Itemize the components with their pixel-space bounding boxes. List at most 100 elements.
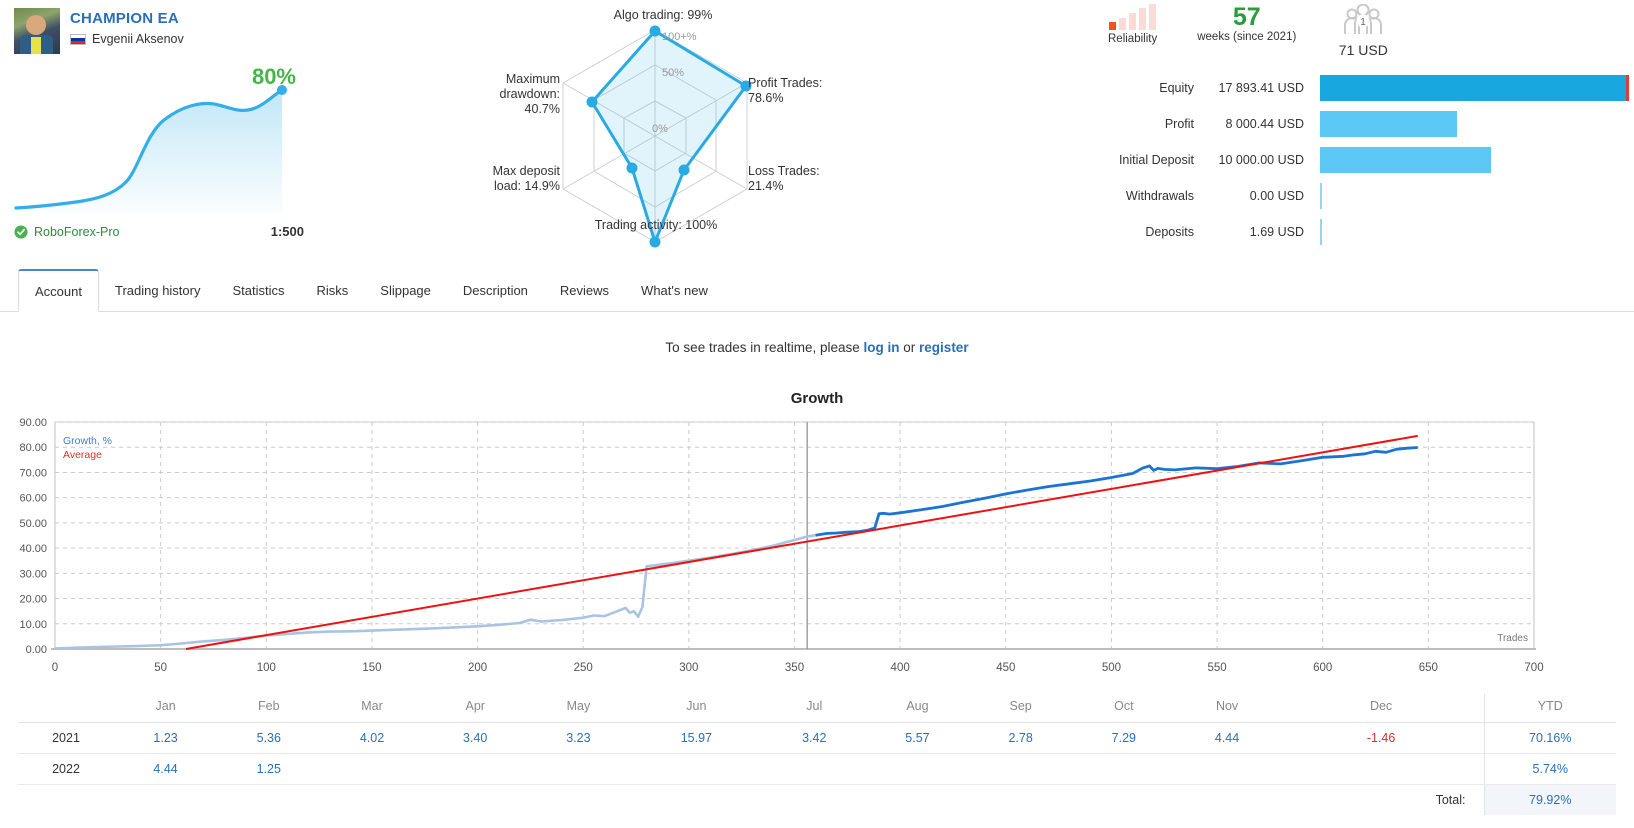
svg-text:0.00: 0.00 [26, 644, 47, 656]
stat-value: 10 000.00 USD [1218, 153, 1304, 167]
svg-text:250: 250 [574, 662, 593, 674]
stat-bar [1320, 75, 1629, 101]
reliability-bars-icon [1108, 4, 1157, 30]
main-tabs: Account Trading history Statistics Risks… [0, 268, 1634, 312]
badges-row: Reliability 57 weeks (since 2021) 1 71 U… [1090, 3, 1626, 58]
svg-text:350: 350 [785, 662, 804, 674]
svg-text:300: 300 [679, 662, 698, 674]
svg-text:0: 0 [52, 662, 58, 674]
monthly-returns-table: Jan Feb Mar Apr May Jun Jul Aug Sep Oct … [18, 694, 1616, 815]
register-link[interactable]: register [919, 340, 969, 355]
monthly-col-may: May [526, 694, 631, 723]
tab-risks[interactable]: Risks [301, 269, 365, 312]
tab-statistics[interactable]: Statistics [216, 269, 300, 312]
broker-row: RoboForex-Pro 1:500 [14, 224, 304, 239]
table-row: Deposits 1.69 USD [1090, 214, 1626, 250]
svg-text:70.00: 70.00 [19, 467, 47, 479]
monthly-col-jan: Jan [114, 694, 218, 723]
table-row: Equity 17 893.41 USD [1090, 70, 1629, 106]
broker-name[interactable]: RoboForex-Pro [34, 225, 119, 239]
notice-middle: or [899, 340, 920, 355]
avatar [14, 8, 60, 54]
monthly-cell [423, 753, 527, 785]
radar-ring-inner-label: 0% [652, 123, 668, 135]
radar-label-maximum-drawdown: Maximum drawdown: 40.7% [499, 72, 560, 116]
radar-label-profit-trades: Profit Trades: 78.6% [748, 76, 823, 105]
monthly-col-sep: Sep [969, 694, 1073, 723]
monthly-col-oct: Oct [1072, 694, 1176, 723]
svg-text:50.00: 50.00 [19, 518, 47, 530]
stat-bar-cell [1320, 106, 1626, 142]
page-title[interactable]: CHAMPION EA [70, 10, 184, 28]
svg-text:700: 700 [1524, 662, 1543, 674]
legend-growth: Growth, % [63, 435, 112, 447]
stat-bar [1320, 219, 1322, 245]
monthly-table-body: 2021 1.23 5.36 4.02 3.40 3.23 15.97 3.42… [18, 722, 1616, 816]
svg-text:600: 600 [1313, 662, 1332, 674]
monthly-col-jun: Jun [630, 694, 763, 723]
tab-account[interactable]: Account [18, 269, 99, 312]
monthly-table: Jan Feb Mar Apr May Jun Jul Aug Sep Oct … [18, 694, 1616, 815]
monthly-cell: 1.23 [114, 722, 218, 754]
tab-slippage[interactable]: Slippage [364, 269, 447, 312]
tab-description[interactable]: Description [447, 269, 544, 312]
tab-list: Account Trading history Statistics Risks… [0, 268, 1634, 312]
monthly-cell: 1.25 [217, 753, 321, 785]
svg-text:200: 200 [468, 662, 487, 674]
account-stats-table: Equity 17 893.41 USD Profit 8 000.44 USD [1090, 70, 1629, 250]
tab-reviews[interactable]: Reviews [544, 269, 625, 312]
svg-text:90.00: 90.00 [19, 417, 47, 429]
stat-value: 8 000.44 USD [1225, 117, 1304, 131]
monthly-cell [526, 753, 631, 785]
monthly-cell [1278, 753, 1484, 785]
svg-text:20.00: 20.00 [19, 594, 47, 606]
subscribers-badge: 1 71 USD [1336, 3, 1390, 58]
stat-bar-cell [1320, 214, 1626, 250]
radar-ring-middle-label: 50% [662, 67, 684, 79]
monthly-col-year [18, 694, 114, 723]
login-link[interactable]: log in [864, 340, 900, 355]
stat-label: Initial Deposit [1118, 153, 1194, 167]
tab-whats-new[interactable]: What's new [625, 269, 724, 312]
growth-chart-title: Growth [790, 390, 844, 407]
reliability-badge: Reliability [1108, 4, 1157, 45]
table-row: Withdrawals 0.00 USD [1090, 178, 1626, 214]
monthly-cell: 7.29 [1072, 722, 1176, 754]
broker-left: RoboForex-Pro [14, 225, 119, 239]
monthly-col-aug: Aug [865, 694, 970, 723]
shield-check-icon [14, 224, 28, 239]
stat-bar [1320, 111, 1457, 137]
monthly-total-spacer [114, 785, 1279, 816]
table-row: 2022 4.44 1.25 5.74% [18, 753, 1616, 785]
tab-trading-history[interactable]: Trading history [99, 269, 217, 312]
owner-row: CHAMPION EA Evgenii Aksenov [14, 8, 304, 54]
monthly-cell [320, 753, 424, 785]
svg-text:40.00: 40.00 [19, 543, 47, 555]
mini-growth-chart: 80% [14, 64, 304, 218]
leverage-value: 1:500 [270, 224, 304, 239]
monthly-cell: 2.78 [969, 722, 1073, 754]
owner-name: Evgenii Aksenov [92, 32, 184, 46]
growth-chart-svg: 0.00 10.00 20.00 30.00 40.00 50.00 60.00 70.00 8… [19, 417, 1543, 674]
svg-text:650: 650 [1419, 662, 1438, 674]
monthly-total-blank [18, 785, 114, 816]
legend-average: Average [63, 449, 102, 461]
reliability-label: Reliability [1108, 33, 1158, 45]
svg-text:10.00: 10.00 [19, 619, 47, 631]
monthly-ytd: 5.74% [1483, 753, 1616, 785]
ea-profile-page: CHAMPION EA Evgenii Aksenov 80% RoboFore… [0, 0, 1634, 828]
monthly-cell [865, 753, 970, 785]
monthly-total-value: 79.92% [1483, 784, 1616, 815]
mini-growth-sparkline [14, 85, 287, 213]
svg-text:80.00: 80.00 [19, 442, 47, 454]
monthly-ytd: 70.16% [1483, 722, 1616, 754]
subscribers-count: 1 [1361, 17, 1367, 28]
stat-value: 0.00 USD [1249, 189, 1304, 203]
monthly-cell: 3.42 [762, 722, 866, 754]
monthly-cell: -1.46 [1278, 722, 1484, 754]
stat-label: Profit [1164, 117, 1194, 131]
monthly-cell: 15.97 [630, 722, 763, 754]
monthly-cell: 3.23 [526, 722, 631, 754]
monthly-header-row: Jan Feb Mar Apr May Jun Jul Aug Sep Oct … [18, 694, 1616, 723]
monthly-col-ytd: YTD [1483, 694, 1616, 723]
